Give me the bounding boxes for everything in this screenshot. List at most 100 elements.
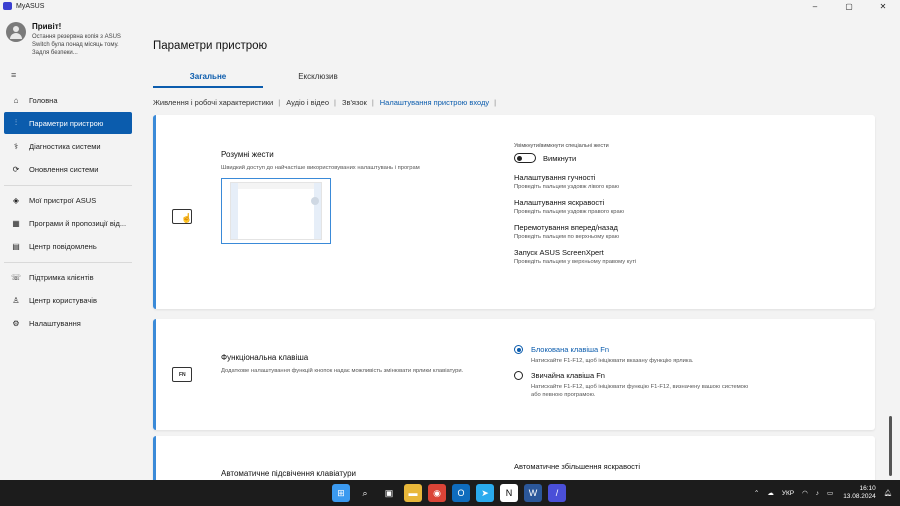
window-title: MyASUS [16, 2, 45, 10]
smart-gestures-card: ☝ Розумні жести Швидкий доступ до найчас… [153, 115, 875, 309]
sidebar-item-label: Діагностика системи [29, 141, 101, 151]
wifi-icon[interactable]: ◠ [802, 489, 808, 497]
gesture-title: Запуск ASUS ScreenXpert [514, 248, 604, 257]
apps-icon: ▦ [12, 218, 20, 228]
fn-key-icon: FN [172, 367, 192, 382]
sidebar-item[interactable]: ⚙ Налаштування [4, 312, 132, 334]
gesture-item: Налаштування яскравості Проведіть пальце… [514, 198, 636, 215]
main-content: Параметри пристрою Загальне Ексклюзив Жи… [136, 12, 900, 480]
fn-normal-radio[interactable] [514, 371, 523, 380]
smart-gestures-title: Розумні жести [221, 150, 274, 159]
tab-general[interactable]: Загальне [153, 72, 263, 88]
greeting: Привіт! [32, 22, 62, 31]
fn-lock-desc: Натискайте F1-F12, щоб ініціювати вказан… [531, 358, 694, 364]
outlook-icon[interactable]: O [452, 484, 470, 502]
chevron-up-icon[interactable]: ⌃ [754, 489, 759, 497]
gesture-desc: Проведіть пальцем по верхньому краю [514, 234, 620, 240]
subtab-audio-video[interactable]: Аудіо і відео [286, 98, 329, 107]
sidebar-item[interactable]: ⚕ Діагностика системи [4, 135, 132, 157]
tab-exclusive[interactable]: Ексклюзив [263, 72, 373, 88]
telegram-icon[interactable]: ➤ [476, 484, 494, 502]
minimize-button[interactable]: – [798, 0, 832, 12]
sidebar-item[interactable]: ▤ Центр повідомлень [4, 235, 132, 257]
subtab-connectivity[interactable]: Зв'язок [342, 98, 367, 107]
fn-normal-desc: Натискайте F1-F12, щоб ініціювати функці… [531, 384, 749, 398]
user-icon: ♙ [12, 295, 20, 305]
gesture-item: Налаштування гучності Проведіть пальцем … [514, 173, 636, 190]
nav-group: ⌂ Головна ⫶ Параметри пристрою ⚕ Діагностика … [4, 86, 132, 186]
scrollbar-thumb[interactable] [889, 416, 892, 476]
sidebar-item[interactable]: ⟳ Оновлення системи [4, 158, 132, 180]
keyboard-backlight-title: Автоматичне підсвічення клавіатури [221, 469, 356, 478]
clock-time: 16:10 [859, 485, 876, 492]
gesture-item: Запуск ASUS ScreenXpert Проведіть пальце… [514, 248, 636, 265]
sidebar-item-label: Мої пристрої ASUS [29, 195, 97, 205]
gesture-title: Налаштування гучності [514, 173, 596, 182]
window-controls: – ▢ ✕ [798, 0, 900, 12]
sidebar-item[interactable]: ☏ Підтримка клієнтів [4, 266, 132, 288]
word-icon[interactable]: W [524, 484, 542, 502]
notification-bell-icon[interactable]: 🔔︎ [884, 489, 892, 497]
home-icon: ⌂ [13, 95, 19, 105]
gear-icon: ⚙ [12, 318, 20, 328]
notion-icon[interactable]: N [500, 484, 518, 502]
fn-normal-option[interactable]: Звичайна клавіша Fn Натискайте F1-F12, щ… [514, 371, 751, 399]
avatar [6, 22, 26, 42]
sidebar-item[interactable]: ◈ Мої пристрої ASUS [4, 189, 132, 211]
gesture-desc: Проведіть пальцем уздовж лівого краю [514, 184, 620, 190]
sidebar: Привіт! Остання резервна копія з ASUS Sw… [0, 12, 136, 480]
nav-group: ☏ Підтримка клієнтів ♙ Центр користувачів ⚙ Н… [4, 263, 132, 339]
battery-icon[interactable]: ▭ [827, 489, 833, 497]
page-title: Параметри пристрою [153, 40, 268, 52]
refresh-icon: ⟳ [12, 164, 20, 174]
backup-note: Остання резервна копія з ASUS Switch бул… [32, 34, 121, 56]
sidebar-item-label: Оновлення системи [29, 164, 99, 174]
gesture-desc: Проведіть пальцем уздовж правого краю [514, 209, 625, 215]
fn-normal-title: Звичайна клавіша Fn [531, 371, 605, 380]
language-indicator[interactable]: УКР [782, 490, 794, 497]
sidebar-item[interactable]: ⫶ Параметри пристрою [4, 112, 132, 134]
windows-start-icon[interactable]: ⊞ [332, 484, 350, 502]
sidebar-item[interactable]: ▦ Програми й пропозиції від... [4, 212, 132, 234]
file-explorer-icon[interactable]: ▬ [404, 484, 422, 502]
sidebar-item-label: Підтримка клієнтів [29, 272, 94, 282]
clock-date: 13.08.2024 [843, 493, 876, 500]
task-view-icon[interactable]: ▣ [380, 484, 398, 502]
content-scrollbar[interactable] [889, 116, 892, 480]
fn-lock-option[interactable]: Блокована клавіша Fn Натискайте F1-F12, … [514, 345, 751, 365]
keyboard-backlight-card: Автоматичне підсвічення клавіатури Автом… [153, 436, 875, 480]
function-key-title: Функціональна клавіша [221, 353, 309, 362]
fn-lock-radio[interactable] [514, 345, 523, 354]
clock[interactable]: 16:10 13.08.2024 [843, 485, 876, 501]
devices-icon: ◈ [12, 195, 20, 205]
gesture-desc: Проведіть пальцем у верхньому правому ку… [514, 259, 637, 265]
fn-key-label: FN [179, 372, 186, 378]
gestures-toggle-state: Вимкнути [543, 153, 577, 163]
sidebar-item-label: Налаштування [29, 318, 81, 328]
smart-gestures-desc: Швидкий доступ до найчастіше використову… [221, 165, 420, 171]
cloud-icon[interactable]: ☁ [767, 489, 774, 497]
gestures-toggle[interactable] [514, 153, 536, 163]
nav-group: ◈ Мої пристрої ASUS ▦ Програми й пропозиції… [4, 186, 132, 263]
auto-brightness-title: Автоматичне збільшення яскравості [514, 462, 641, 471]
touchpad-gesture-icon: ☝ [172, 209, 192, 224]
sidebar-item[interactable]: ⌂ Головна [4, 89, 132, 111]
subtab-power[interactable]: Живлення і робочі характеристики [153, 98, 273, 107]
search-icon[interactable]: ⌕ [356, 484, 374, 502]
taskbar-apps: ⊞ ⌕ ▣ ▬ ◉ O ➤ N W / [332, 484, 572, 502]
subtab-input-devices[interactable]: Налаштування пристрою входу [380, 98, 489, 107]
sub-tabs: Живлення і робочі характеристики | Аудіо … [153, 98, 497, 107]
gesture-title: Перемотування вперед/назад [514, 223, 618, 232]
hamburger-menu-icon[interactable]: ≡ [11, 71, 20, 80]
user-profile[interactable]: Привіт! Остання резервна копія з ASUS Sw… [0, 12, 136, 57]
taskbar: ⊞ ⌕ ▣ ▬ ◉ O ➤ N W / ⌃ ☁ УКР ◠ ♪ ▭ 16:10 13.08.202… [0, 480, 900, 506]
maximize-button[interactable]: ▢ [832, 0, 866, 12]
volume-icon[interactable]: ♪ [816, 490, 819, 497]
sidebar-item-label: Головна [29, 95, 58, 105]
sidebar-item[interactable]: ♙ Центр користувачів [4, 289, 132, 311]
gesture-preview-image [221, 178, 331, 244]
myasus-icon[interactable]: / [548, 484, 566, 502]
gestures-toggle-caption: Увімкнути/вимкнути спеціальні жести [514, 143, 609, 149]
close-button[interactable]: ✕ [866, 0, 900, 12]
chrome-icon[interactable]: ◉ [428, 484, 446, 502]
